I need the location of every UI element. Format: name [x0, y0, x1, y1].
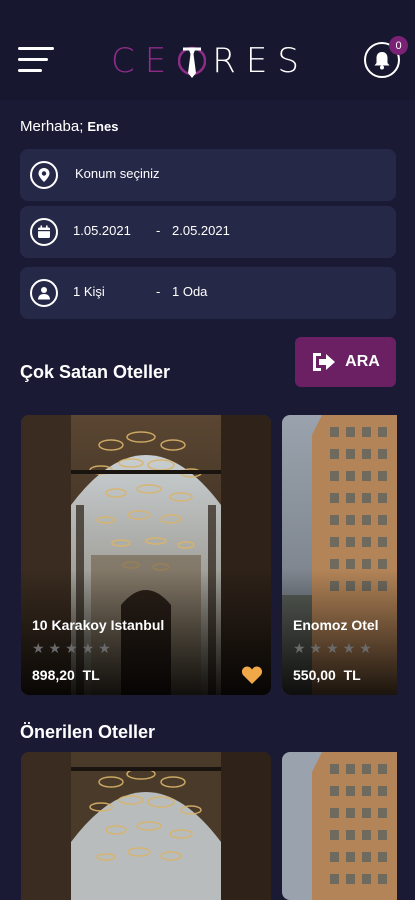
section-title-recommended: Önerilen Oteller — [20, 722, 156, 742]
greeting: Merhaba; Enes — [20, 118, 118, 135]
location-field[interactable]: Konum seçiniz — [20, 149, 396, 201]
star-rating: ★★★★★ — [293, 640, 376, 656]
date-separator: - — [156, 223, 161, 238]
search-button[interactable]: ARA — [295, 337, 396, 387]
guest-room-separator: - — [156, 284, 161, 299]
hotel-card[interactable]: Enomoz Otel ★★★★★ 550,00 TL — [282, 415, 397, 695]
notification-badge: 0 — [389, 36, 408, 55]
hotel-card[interactable] — [21, 752, 271, 900]
guest-room-field[interactable]: 1 Kişi - 1 Oda — [20, 267, 396, 319]
guest-count[interactable]: 1 Kişi — [73, 284, 105, 299]
hotel-name: Enomoz Otel — [293, 617, 379, 633]
hotel-card[interactable] — [282, 752, 397, 900]
star-rating: ★★★★★ — [32, 640, 115, 656]
check-in-date[interactable]: 1.05.2021 — [73, 223, 131, 238]
hamburger-menu-icon[interactable] — [18, 47, 54, 75]
hotel-photo — [21, 752, 271, 900]
hotel-card[interactable]: 10 Karakoy Istanbul ★★★★★ 898,20 TL — [21, 415, 271, 695]
tie-logo-icon — [178, 41, 207, 81]
favorite-heart-icon[interactable] — [241, 665, 263, 690]
location-placeholder: Konum seçiniz — [75, 166, 160, 181]
section-title-best-selling: Çok Satan Oteller — [20, 362, 171, 382]
app-logo: CE RES — [111, 41, 309, 81]
check-out-date[interactable]: 2.05.2021 — [172, 223, 230, 238]
search-arrow-icon — [311, 351, 337, 373]
hotel-photo — [282, 752, 397, 900]
hotel-name: 10 Karakoy Istanbul — [32, 617, 165, 633]
greeting-label: Merhaba; — [20, 118, 84, 135]
date-field[interactable]: 1.05.2021 - 2.05.2021 — [20, 206, 396, 258]
search-button-label: ARA — [345, 353, 380, 370]
location-pin-icon — [30, 161, 58, 189]
hotel-price: 898,20 TL — [32, 667, 100, 683]
user-name: Enes — [87, 119, 119, 134]
room-count[interactable]: 1 Oda — [172, 284, 207, 299]
hotel-price: 550,00 TL — [293, 667, 361, 683]
person-icon — [30, 279, 58, 307]
calendar-icon — [30, 218, 58, 246]
